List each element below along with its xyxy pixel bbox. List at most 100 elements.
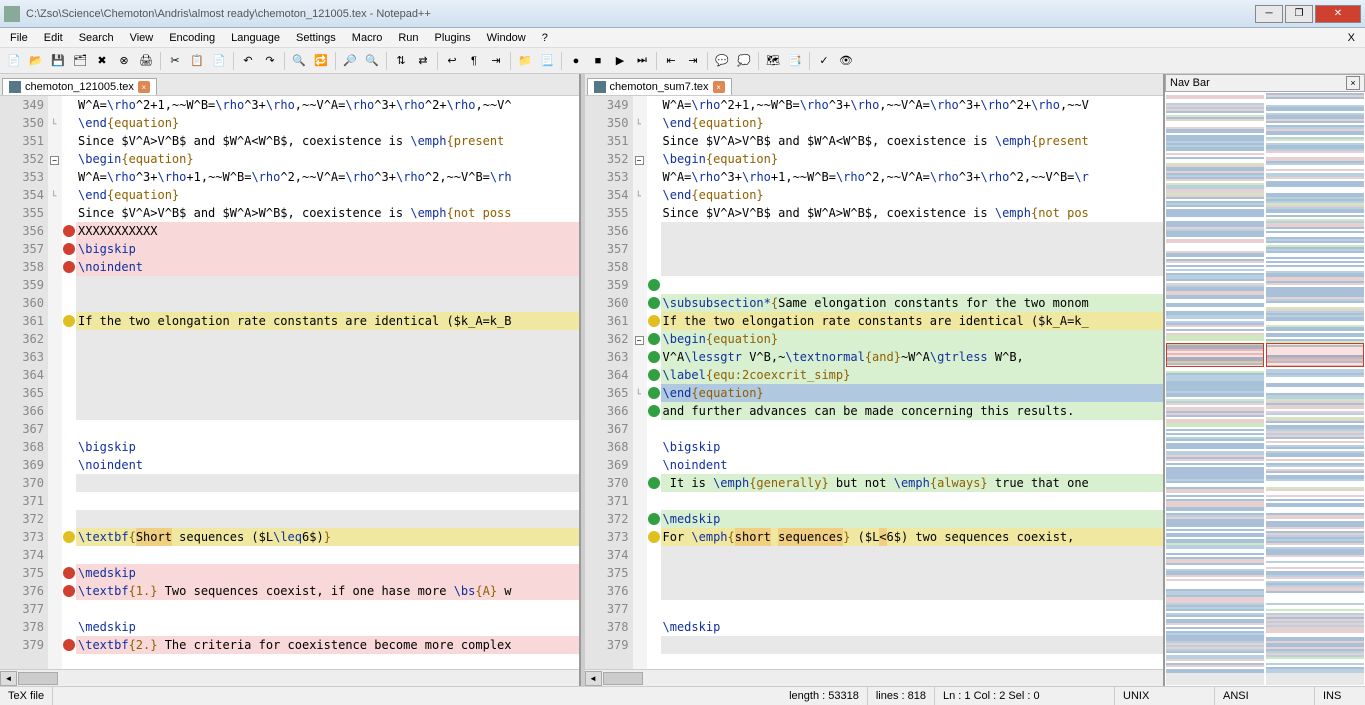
code-line[interactable]: \begin{equation} bbox=[661, 330, 1164, 348]
code-line[interactable]: \noindent bbox=[76, 456, 579, 474]
comment-icon[interactable]: 💬 bbox=[712, 51, 732, 71]
maximize-button[interactable]: ❐ bbox=[1285, 5, 1313, 23]
code-line[interactable]: \textbf{1.} Two sequences coexist, if on… bbox=[76, 582, 579, 600]
uncomment-icon[interactable]: 💭 bbox=[734, 51, 754, 71]
code-line[interactable]: \noindent bbox=[661, 456, 1164, 474]
code-line[interactable]: For \emph{short sequences} ($L<6$) two s… bbox=[661, 528, 1164, 546]
code-line[interactable] bbox=[76, 492, 579, 510]
indent-right-icon[interactable]: ⇥ bbox=[683, 51, 703, 71]
code-line[interactable] bbox=[76, 348, 579, 366]
find-icon[interactable]: 🔍 bbox=[289, 51, 309, 71]
tab-right-file[interactable]: chemoton_sum7.tex × bbox=[587, 78, 732, 95]
undo-icon[interactable]: ↶ bbox=[238, 51, 258, 71]
play-multi-icon[interactable]: ⏭ bbox=[632, 51, 652, 71]
tab-close-icon[interactable]: × bbox=[138, 81, 150, 93]
code-line[interactable]: XXXXXXXXXXX bbox=[76, 222, 579, 240]
code-line[interactable] bbox=[76, 402, 579, 420]
indent-left-icon[interactable]: ⇤ bbox=[661, 51, 681, 71]
code-line[interactable]: \end{equation} bbox=[76, 114, 579, 132]
code-line[interactable] bbox=[76, 330, 579, 348]
menu-settings[interactable]: Settings bbox=[288, 30, 344, 46]
code-line[interactable]: \noindent bbox=[76, 258, 579, 276]
code-line[interactable]: \medskip bbox=[76, 564, 579, 582]
code-line[interactable]: W^A=\rho^3+\rho+1,~~W^B=\rho^2,~~V^A=\rh… bbox=[661, 168, 1164, 186]
menu-macro[interactable]: Macro bbox=[344, 30, 391, 46]
code-line[interactable]: \end{equation} bbox=[76, 186, 579, 204]
code-line[interactable]: \label{equ:2coexcrit_simp} bbox=[661, 366, 1164, 384]
code-line[interactable]: \begin{equation} bbox=[661, 150, 1164, 168]
code-line[interactable]: If the two elongation rate constants are… bbox=[661, 312, 1164, 330]
code-line[interactable]: \medskip bbox=[661, 618, 1164, 636]
code-line[interactable] bbox=[76, 276, 579, 294]
right-hscroll[interactable]: ◄ bbox=[585, 669, 1164, 686]
save-icon[interactable]: 💾 bbox=[48, 51, 68, 71]
allchars-icon[interactable]: ¶ bbox=[464, 51, 484, 71]
menu-run[interactable]: Run bbox=[390, 30, 426, 46]
redo-icon[interactable]: ↷ bbox=[260, 51, 280, 71]
menu-window[interactable]: Window bbox=[479, 30, 534, 46]
code-line[interactable]: Since $V^A>V^B$ and $W^A>W^B$, coexisten… bbox=[76, 204, 579, 222]
code-line[interactable]: \subsubsection*{Same elongation constant… bbox=[661, 294, 1164, 312]
new-icon[interactable]: 📄 bbox=[4, 51, 24, 71]
code-line[interactable] bbox=[661, 564, 1164, 582]
right-code-area[interactable]: 3493503513523533543553563573583593603613… bbox=[585, 96, 1164, 669]
code-line[interactable]: and further advances can be made concern… bbox=[661, 402, 1164, 420]
code-line[interactable]: \medskip bbox=[661, 510, 1164, 528]
cut-icon[interactable]: ✂ bbox=[165, 51, 185, 71]
stop-icon[interactable]: ■ bbox=[588, 51, 608, 71]
func-list-icon[interactable]: 📑 bbox=[785, 51, 805, 71]
menu-edit[interactable]: Edit bbox=[36, 30, 71, 46]
code-line[interactable] bbox=[76, 420, 579, 438]
sync-h-icon[interactable]: ⇄ bbox=[413, 51, 433, 71]
minimap-left[interactable] bbox=[1166, 93, 1264, 685]
menu-search[interactable]: Search bbox=[71, 30, 122, 46]
code-line[interactable] bbox=[76, 510, 579, 528]
copy-icon[interactable]: 📋 bbox=[187, 51, 207, 71]
code-line[interactable] bbox=[661, 276, 1164, 294]
navbar-close-icon[interactable]: × bbox=[1346, 76, 1360, 90]
record-icon[interactable]: ● bbox=[566, 51, 586, 71]
zoom-in-icon[interactable]: 🔎 bbox=[340, 51, 360, 71]
minimap-right[interactable] bbox=[1266, 93, 1364, 685]
paste-icon[interactable]: 📄 bbox=[209, 51, 229, 71]
code-line[interactable] bbox=[76, 366, 579, 384]
minimize-button[interactable]: ─ bbox=[1255, 5, 1283, 23]
code-line[interactable] bbox=[661, 258, 1164, 276]
doc-monitor-icon[interactable]: 👁 bbox=[836, 51, 856, 71]
menu-help[interactable]: ? bbox=[534, 30, 556, 46]
code-line[interactable]: \textbf{Short sequences ($L\leq6$)} bbox=[76, 528, 579, 546]
tab-close-icon[interactable]: × bbox=[713, 81, 725, 93]
code-line[interactable]: \begin{equation} bbox=[76, 150, 579, 168]
menu-encoding[interactable]: Encoding bbox=[161, 30, 223, 46]
code-line[interactable] bbox=[661, 636, 1164, 654]
indent-icon[interactable]: ⇥ bbox=[486, 51, 506, 71]
code-line[interactable]: If the two elongation rate constants are… bbox=[76, 312, 579, 330]
code-line[interactable]: \textbf{2.} The criteria for coexistence… bbox=[76, 636, 579, 654]
code-line[interactable] bbox=[661, 240, 1164, 258]
menu-view[interactable]: View bbox=[122, 30, 162, 46]
code-line[interactable] bbox=[661, 600, 1164, 618]
code-line[interactable]: \medskip bbox=[76, 618, 579, 636]
code-line[interactable] bbox=[76, 384, 579, 402]
code-line[interactable] bbox=[76, 474, 579, 492]
close-all-icon[interactable]: ⊗ bbox=[114, 51, 134, 71]
code-line[interactable]: Since $V^A>V^B$ and $W^A>W^B$, coexisten… bbox=[661, 204, 1164, 222]
tab-left-file[interactable]: chemoton_121005.tex × bbox=[2, 78, 157, 95]
hscroll-left-icon[interactable]: ◄ bbox=[585, 671, 602, 686]
wordwrap-icon[interactable]: ↩ bbox=[442, 51, 462, 71]
zoom-out-icon[interactable]: 🔍 bbox=[362, 51, 382, 71]
code-line[interactable]: Since $V^A>V^B$ and $W^A<W^B$, coexisten… bbox=[76, 132, 579, 150]
code-line[interactable]: \end{equation} bbox=[661, 186, 1164, 204]
play-icon[interactable]: ▶ bbox=[610, 51, 630, 71]
code-line[interactable]: \end{equation} bbox=[661, 114, 1164, 132]
menu-language[interactable]: Language bbox=[223, 30, 288, 46]
hscroll-left-icon[interactable]: ◄ bbox=[0, 671, 17, 686]
code-line[interactable] bbox=[661, 546, 1164, 564]
save-all-icon[interactable]: 🗂 bbox=[70, 51, 90, 71]
code-line[interactable]: It is \emph{generally} but not \emph{alw… bbox=[661, 474, 1164, 492]
code-line[interactable]: \bigskip bbox=[76, 240, 579, 258]
code-line[interactable]: W^A=\rho^2+1,~~W^B=\rho^3+\rho,~~V^A=\rh… bbox=[661, 96, 1164, 114]
close-icon[interactable]: ✖ bbox=[92, 51, 112, 71]
code-line[interactable]: W^A=\rho^3+\rho+1,~~W^B=\rho^2,~~V^A=\rh… bbox=[76, 168, 579, 186]
code-line[interactable] bbox=[661, 222, 1164, 240]
